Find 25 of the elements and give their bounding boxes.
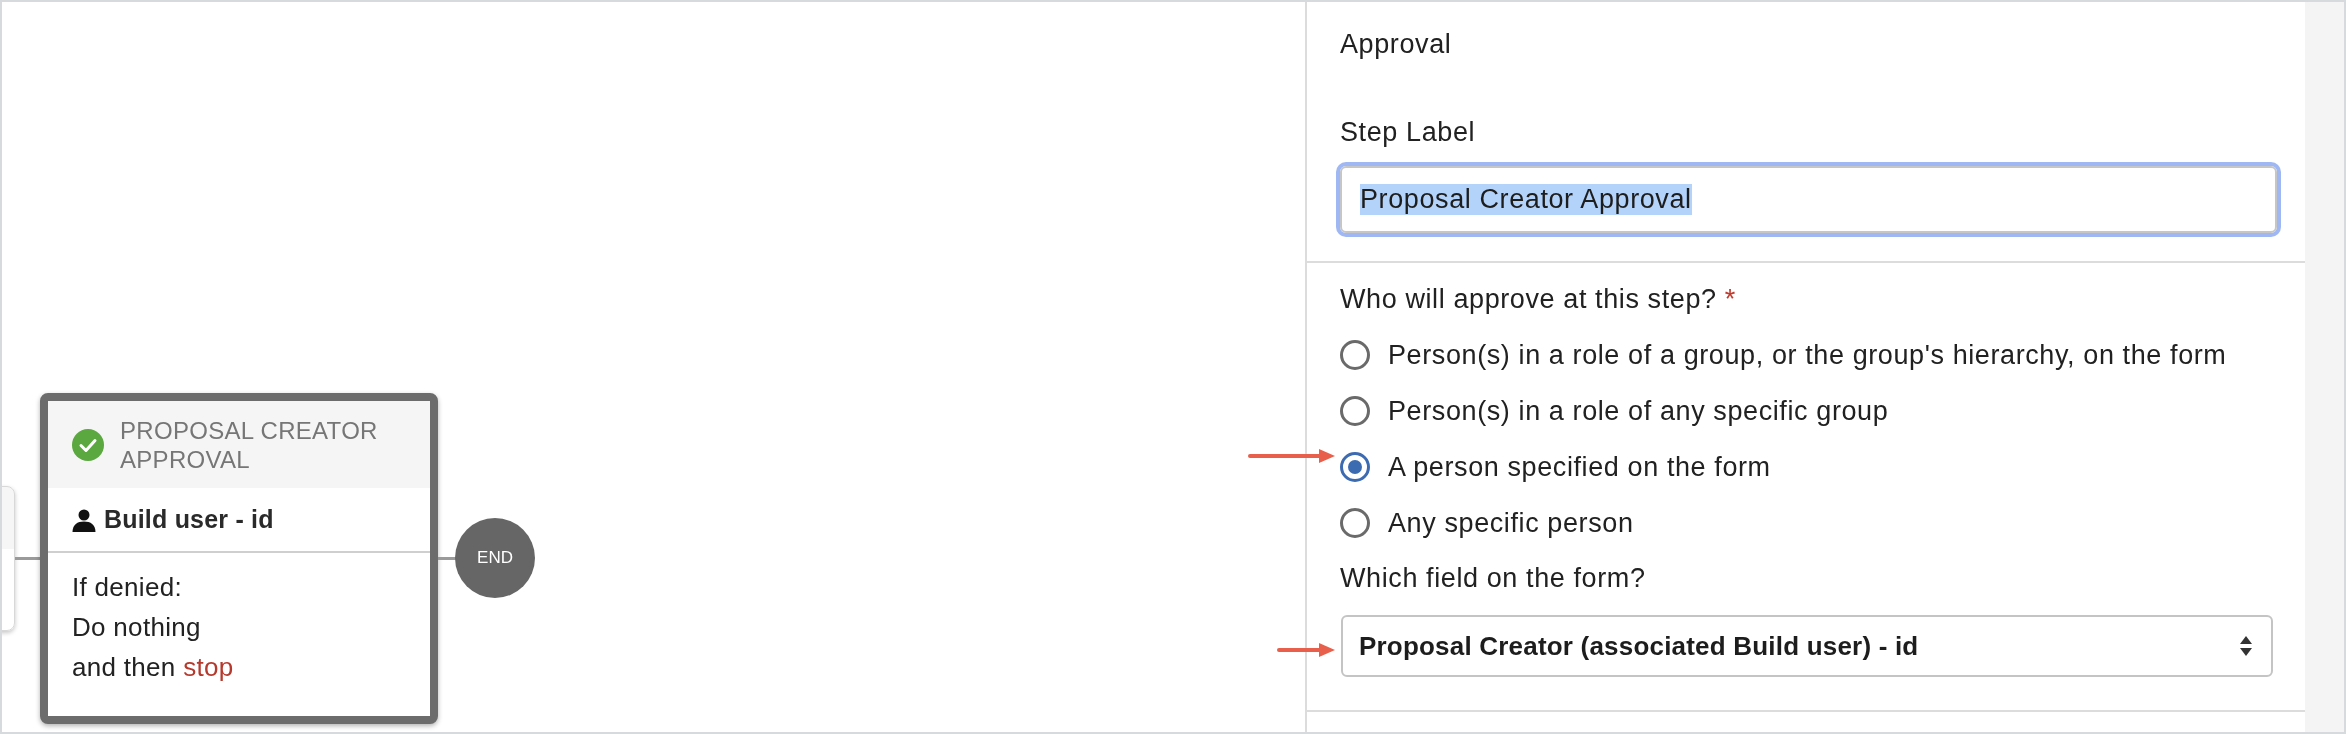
- field-label: Which field on the form?: [1340, 562, 1646, 595]
- denied-label: If denied:: [72, 571, 182, 604]
- approver-name: Build user - id: [104, 505, 274, 534]
- radio-button[interactable]: [1340, 340, 1370, 370]
- question-label: Who will approve at this step? *: [1340, 283, 1736, 316]
- radio-label[interactable]: Person(s) in a role of any specific group: [1388, 395, 1889, 427]
- denied-action: Do nothing: [72, 611, 201, 644]
- field-select[interactable]: Proposal Creator (associated Build user) - id: [1341, 615, 2273, 677]
- radio-button[interactable]: [1340, 452, 1370, 482]
- sort-caret-icon: [2239, 634, 2253, 658]
- end-node: END: [455, 518, 535, 598]
- connector-line: [438, 557, 456, 560]
- scrollbar-track[interactable]: [2305, 2, 2344, 732]
- step-title: PROPOSAL CREATOR APPROVAL: [120, 415, 379, 474]
- radio-button[interactable]: [1340, 396, 1370, 426]
- radio-button[interactable]: [1340, 508, 1370, 538]
- panel-title: Approval: [1340, 28, 1452, 61]
- connector-line: [15, 557, 40, 560]
- radio-label[interactable]: Person(s) in a role of a group, or the group's hierarchy, on the form: [1388, 339, 2227, 371]
- radio-label[interactable]: A person specified on the form: [1388, 451, 1771, 483]
- approval-step-card[interactable]: PROPOSAL CREATOR APPROVAL Build user - id If denied: Do nothing and then stop: [40, 393, 438, 724]
- then-action-text: and then stop: [72, 651, 234, 684]
- radio-label[interactable]: Any specific person: [1388, 507, 1634, 539]
- person-icon: [72, 507, 96, 532]
- field-label: Step Label: [1340, 116, 1476, 149]
